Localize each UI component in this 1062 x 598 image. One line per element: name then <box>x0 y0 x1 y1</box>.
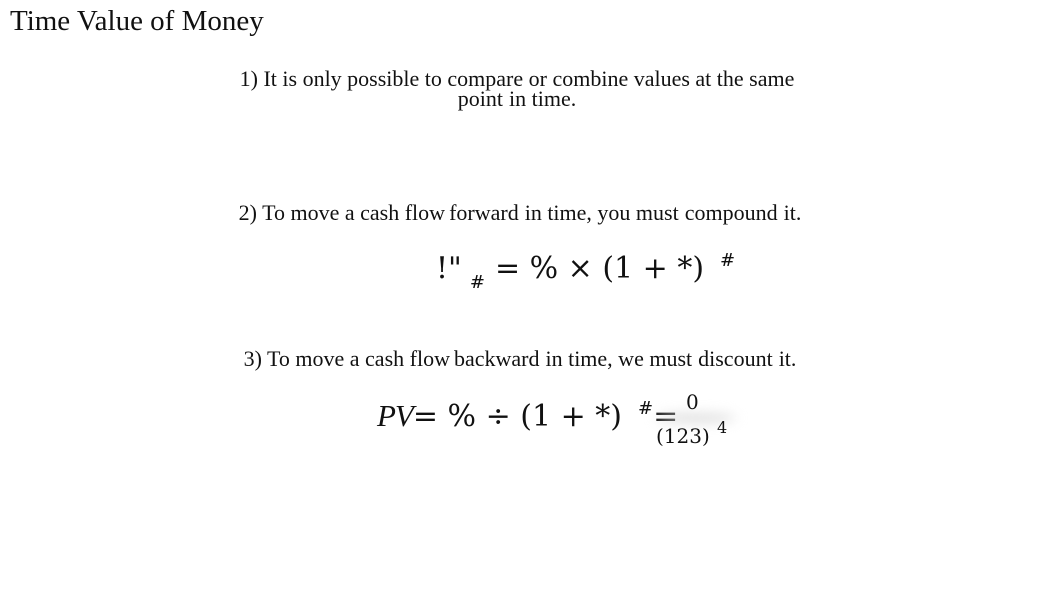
pv-formula-lhs: PV <box>377 398 414 433</box>
point-1-rest: in time. <box>509 86 577 111</box>
fraction-numerator: 0 <box>686 390 699 414</box>
point-1: 1) It is only possible to compare or com… <box>0 68 1034 111</box>
point-3: 3) To move a cash flow backward in time, w… <box>0 346 1040 371</box>
future-value-formula: !" # = % × (1 + *) # <box>436 250 736 293</box>
point-3-keyword: backward <box>453 346 540 371</box>
point-1-line-2: point in time. <box>0 86 1034 111</box>
point-3-suffix: it. <box>778 346 797 371</box>
point-1-word-point: point <box>457 86 503 111</box>
point-2-action: compound <box>684 200 778 225</box>
point-3-prefix: 3) To move a cash flow <box>243 346 450 371</box>
fv-formula-lhs: !" <box>436 251 462 286</box>
present-value-formula: PV= % ÷ (1 + *)#= <box>377 398 678 434</box>
point-2: 2) To move a cash flow forward in time, yo… <box>0 200 1040 225</box>
fv-formula-exponent: # <box>720 250 736 271</box>
point-3-action: discount <box>698 346 773 371</box>
point-2-keyword: forward <box>449 200 519 225</box>
fv-formula-subscript: # <box>469 272 485 293</box>
fv-formula-rhs: = % × (1 + *) <box>494 251 705 286</box>
point-2-suffix: it. <box>783 200 802 225</box>
fraction-denominator: (123) <box>656 424 710 448</box>
slide-title: Time Value of Money <box>10 5 264 37</box>
point-2-prefix: 2) To move a cash flow <box>238 200 446 225</box>
pv-fraction: 0 (123) 4 <box>648 388 740 452</box>
point-3-middle: in time, we must <box>545 346 693 371</box>
fraction-exponent: 4 <box>717 418 728 437</box>
point-2-middle: in time, you must <box>524 200 679 225</box>
pv-formula-rhs: = % ÷ (1 + *) <box>412 399 622 434</box>
slide: Time Value of Money 1) It is only possib… <box>0 0 1062 598</box>
